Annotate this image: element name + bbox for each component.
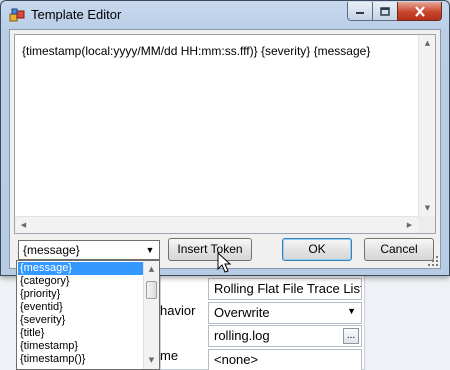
browse-button[interactable]: ... — [343, 328, 359, 344]
minimize-icon — [356, 12, 364, 14]
list-item[interactable]: {title} — [18, 327, 144, 340]
vertical-scrollbar[interactable]: ▲ ▼ — [418, 35, 435, 217]
token-combobox[interactable]: {message} ▼ — [18, 240, 160, 260]
list-item[interactable]: {timestamp} — [18, 340, 144, 353]
list-item[interactable]: {category} — [18, 275, 144, 288]
minimize-button[interactable] — [347, 2, 373, 21]
close-icon — [414, 5, 425, 17]
next-value: <none> — [214, 352, 259, 367]
list-item[interactable]: {priority} — [18, 288, 144, 301]
dialog-client-area: {timestamp(local:yyyy/MM/dd HH:mm:ss.fff… — [9, 29, 441, 269]
app-icon — [9, 8, 25, 22]
chevron-down-icon[interactable]: ▼ — [142, 242, 158, 258]
close-button[interactable] — [397, 2, 442, 21]
ok-button[interactable]: OK — [282, 238, 352, 261]
next-field[interactable]: <none> — [208, 349, 362, 370]
scroll-left-icon[interactable]: ◀ — [15, 217, 32, 234]
insert-token-button[interactable]: Insert Token — [168, 238, 252, 261]
horizontal-scrollbar[interactable]: ◀ ▶ — [15, 216, 418, 233]
behavior-label: havior — [160, 303, 196, 318]
behavior-value: Overwrite — [214, 305, 270, 320]
list-item[interactable]: {severity} — [18, 314, 144, 327]
window-title: Template Editor — [31, 7, 122, 22]
maximize-button[interactable] — [372, 2, 398, 21]
maximize-icon — [380, 6, 390, 16]
filename-value: rolling.log — [214, 328, 270, 343]
scroll-up-icon[interactable]: ▲ — [419, 35, 436, 52]
name-label: me — [160, 348, 179, 363]
scroll-right-icon[interactable]: ▶ — [401, 217, 418, 234]
cancel-button[interactable]: Cancel — [364, 238, 434, 261]
template-text: {timestamp(local:yyyy/MM/dd HH:mm:ss.fff… — [22, 44, 371, 58]
behavior-select[interactable]: Overwrite ▼ — [208, 302, 362, 324]
filename-field[interactable]: rolling.log ... — [208, 325, 362, 347]
scroll-down-icon[interactable]: ▼ — [419, 200, 436, 217]
title-bar[interactable]: Template Editor — [1, 1, 449, 29]
list-item[interactable]: {message} — [18, 262, 144, 275]
dropdown-scrollbar[interactable]: ▲ ▼ — [143, 261, 159, 369]
mouse-cursor-icon — [217, 252, 232, 273]
scroll-corner — [418, 216, 435, 233]
token-dropdown-list[interactable]: {message} {category} {priority} {eventid… — [16, 260, 160, 370]
token-combobox-value: {message} — [23, 243, 80, 257]
scroll-down-icon[interactable]: ▼ — [143, 352, 160, 369]
list-item[interactable]: {timestamp()} — [18, 353, 144, 366]
template-editor-dialog: Template Editor {timestamp(local:yyyy/MM… — [0, 0, 450, 276]
list-item[interactable]: {eventid} — [18, 301, 144, 314]
chevron-down-icon: ▼ — [347, 306, 356, 316]
scroll-up-icon[interactable]: ▲ — [143, 261, 160, 278]
resize-grip-icon[interactable] — [427, 255, 439, 267]
template-textbox[interactable]: {timestamp(local:yyyy/MM/dd HH:mm:ss.fff… — [14, 34, 436, 234]
trace-listener-field[interactable]: Rolling Flat File Trace List — [208, 278, 362, 300]
scroll-thumb[interactable] — [146, 281, 157, 299]
